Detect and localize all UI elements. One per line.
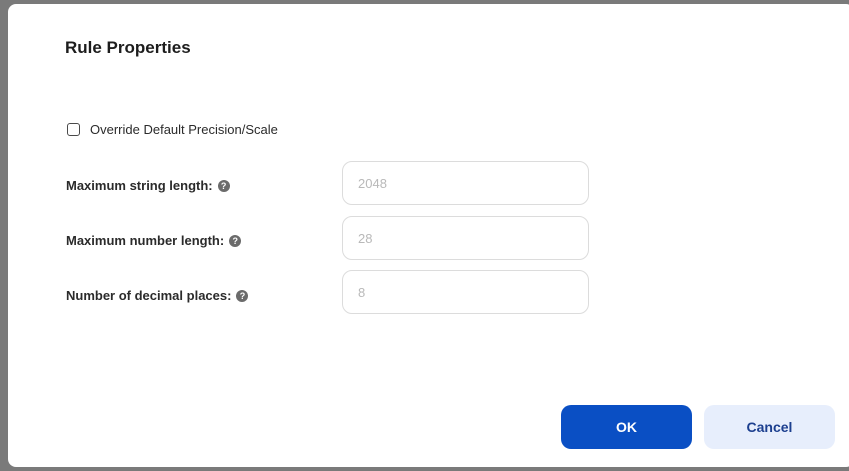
question-circle-icon[interactable]: ? [236, 289, 249, 302]
max-number-length-label: Maximum number length: ? [66, 233, 242, 248]
dialog-title: Rule Properties [65, 38, 191, 57]
max-string-length-input[interactable] [342, 161, 589, 205]
max-string-length-label: Maximum string length: ? [66, 178, 230, 193]
override-precision-option[interactable]: Override Default Precision/Scale [67, 122, 278, 137]
question-circle-icon[interactable]: ? [217, 179, 230, 192]
decimal-places-label: Number of decimal places: ? [66, 288, 249, 303]
decimal-places-row: Number of decimal places: ? [66, 288, 249, 303]
question-circle-icon[interactable]: ? [229, 234, 242, 247]
override-precision-checkbox[interactable] [67, 123, 80, 136]
rule-properties-dialog: Rule Properties Override Default Precisi… [8, 4, 849, 467]
ok-button[interactable]: OK [561, 405, 692, 449]
cancel-button[interactable]: Cancel [704, 405, 835, 449]
max-string-length-row: Maximum string length: ? [66, 178, 230, 193]
max-number-length-row: Maximum number length: ? [66, 233, 242, 248]
max-number-length-input[interactable] [342, 216, 589, 260]
decimal-places-input[interactable] [342, 270, 589, 314]
override-precision-label: Override Default Precision/Scale [90, 122, 278, 137]
